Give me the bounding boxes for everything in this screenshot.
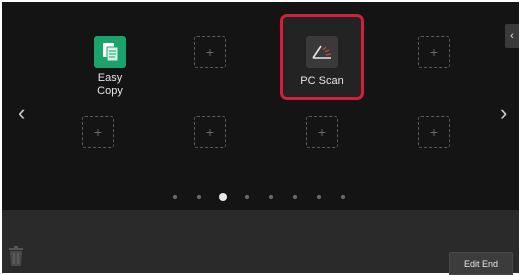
tile-easy-copy[interactable]: Easy Copy xyxy=(82,22,138,97)
empty-slot[interactable]: + xyxy=(406,22,462,96)
app-grid-area: Easy Copy + PC Scan + + + + + ‹ › ‹ xyxy=(2,2,519,210)
page-indicator xyxy=(173,192,365,202)
empty-slot[interactable]: + xyxy=(182,102,238,176)
pc-scan-icon xyxy=(306,36,338,68)
tile-pc-scan[interactable]: PC Scan xyxy=(294,22,350,96)
page-dot[interactable] xyxy=(173,195,177,199)
add-slot-icon: + xyxy=(194,116,226,148)
next-page-arrow[interactable]: › xyxy=(500,102,507,124)
tile-label: PC Scan xyxy=(300,75,344,87)
bottom-bar xyxy=(2,210,519,273)
trash-icon[interactable] xyxy=(8,246,24,266)
home-screen: Easy Copy + PC Scan + + + + + ‹ › ‹ xyxy=(2,2,519,273)
page-dot[interactable] xyxy=(269,195,273,199)
add-slot-icon: + xyxy=(194,36,226,68)
previous-page-arrow[interactable]: ‹ xyxy=(18,102,25,124)
page-dot[interactable] xyxy=(317,195,321,199)
empty-slot[interactable]: + xyxy=(70,102,126,176)
side-panel-toggle[interactable]: ‹ xyxy=(505,24,519,48)
add-slot-icon: + xyxy=(82,116,114,148)
empty-slot[interactable]: + xyxy=(182,22,238,96)
page-dot[interactable] xyxy=(245,195,249,199)
page-dot[interactable] xyxy=(341,195,345,199)
add-slot-icon: + xyxy=(418,36,450,68)
page-dot-current[interactable] xyxy=(219,193,227,201)
page-dot[interactable] xyxy=(293,195,297,199)
edit-end-button[interactable]: Edit End xyxy=(449,252,513,275)
empty-slot[interactable]: + xyxy=(406,102,462,176)
add-slot-icon: + xyxy=(418,116,450,148)
page-dot[interactable] xyxy=(197,195,201,199)
tile-label: Easy Copy xyxy=(97,72,123,97)
empty-slot[interactable]: + xyxy=(294,102,350,176)
easy-copy-icon xyxy=(94,36,126,68)
add-slot-icon: + xyxy=(306,116,338,148)
